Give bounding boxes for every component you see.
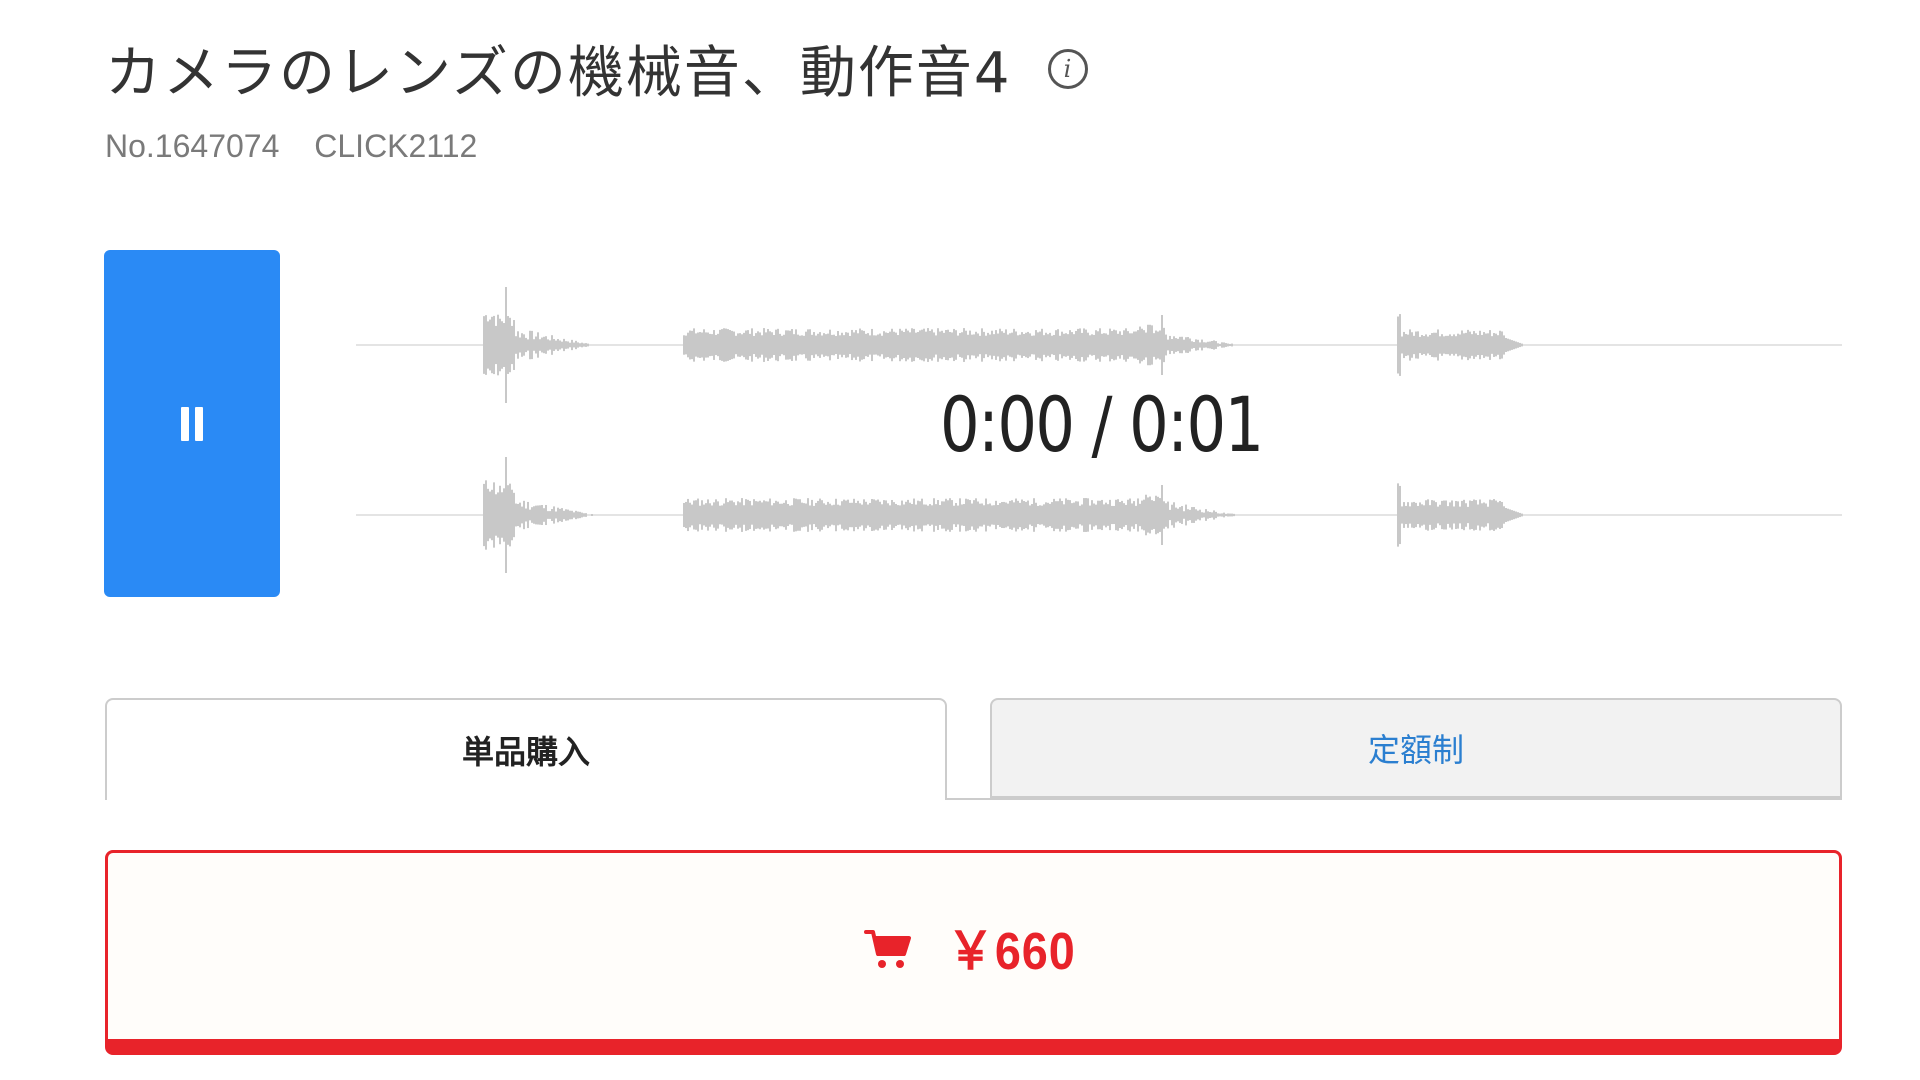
purchase-tabs: 単品購入 定額制 xyxy=(105,698,1842,800)
tab-single-purchase[interactable]: 単品購入 xyxy=(105,698,947,800)
time-display: 0:00 / 0:01 xyxy=(940,380,1264,469)
page-title: カメラのレンズの機械音、動作音4 xyxy=(105,41,1012,106)
info-icon[interactable]: i xyxy=(1047,48,1088,89)
waveform-channel-bottom xyxy=(356,457,1842,573)
product-page: カメラのレンズの機械音、動作音4 i No.1647074 CLICK2112 … xyxy=(0,0,1920,1080)
product-code: CLICK2112 xyxy=(314,128,478,164)
product-number: No.1647074 xyxy=(105,128,280,164)
buy-button[interactable]: ￥660 xyxy=(105,850,1842,1055)
play-pause-button[interactable] xyxy=(104,250,280,597)
price: ￥660 xyxy=(947,922,1076,981)
tab-subscription[interactable]: 定額制 xyxy=(990,698,1842,798)
pause-icon xyxy=(181,406,203,441)
title-row: カメラのレンズの機械音、動作音4 i xyxy=(105,28,1088,109)
cart-icon xyxy=(864,930,912,968)
product-meta: No.1647074 CLICK2112 xyxy=(105,128,477,165)
